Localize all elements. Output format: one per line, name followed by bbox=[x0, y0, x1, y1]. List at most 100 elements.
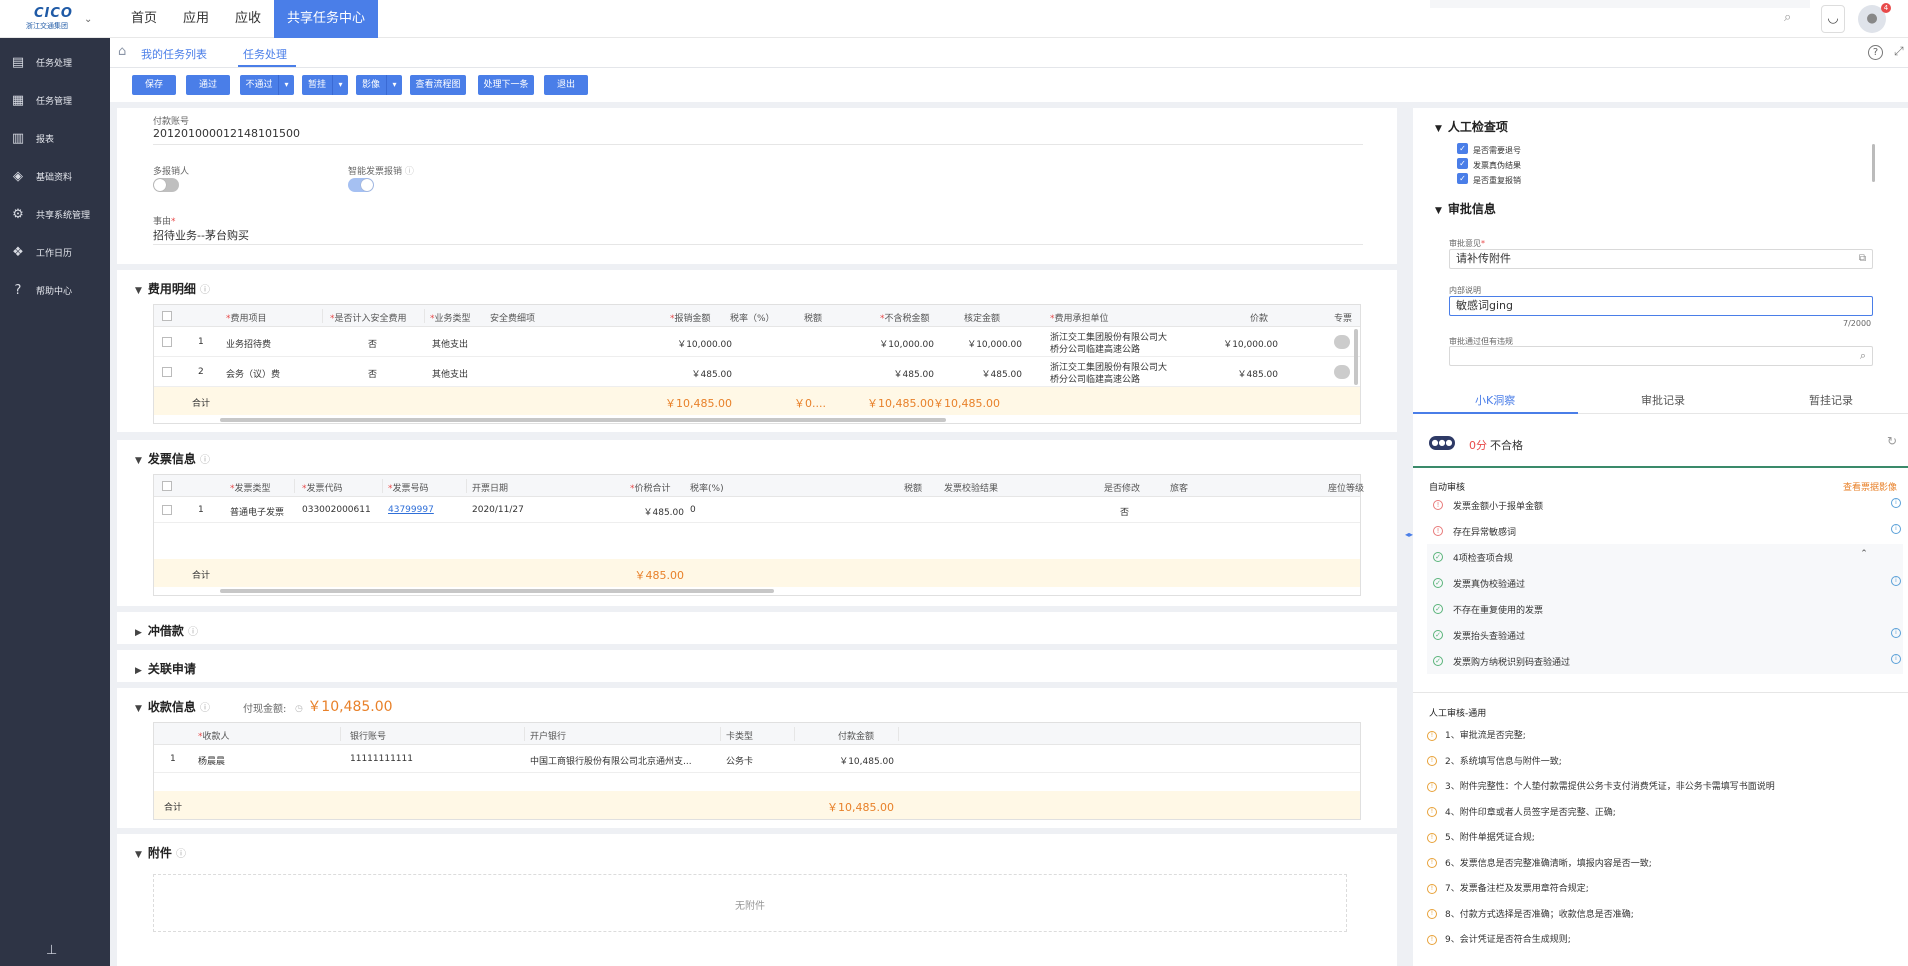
chevron-down-icon[interactable]: ▾ bbox=[386, 75, 402, 95]
refresh-icon[interactable]: ↻ bbox=[1887, 434, 1897, 448]
table-row[interactable]: 1 杨晨晨 11111111111 中国工商银行股份有限公司北京通州支... 公… bbox=[154, 745, 1360, 773]
sidebar-item-task-process[interactable]: ▤ 任务处理 bbox=[0, 48, 110, 76]
breadcrumb-task-process[interactable]: 任务处理 bbox=[243, 46, 287, 62]
horizontal-scrollbar[interactable] bbox=[220, 418, 946, 422]
manual-review-title: 人工审核-通用 bbox=[1429, 709, 1487, 719]
nav-receivable[interactable]: 应收 bbox=[222, 0, 274, 38]
manual-review-item[interactable]: ! 9、会计凭证是否符合生成规则; bbox=[1427, 932, 1571, 945]
sidebar-item-calendar[interactable]: ❖ 工作日历 bbox=[0, 238, 110, 266]
manual-review-item[interactable]: ! 2、系统填写信息与附件一致; bbox=[1427, 754, 1562, 767]
internal-note-input[interactable]: 敏感词ging bbox=[1449, 296, 1873, 316]
manual-review-item[interactable]: ! 8、付款方式选择是否准确；收款信息是否准确; bbox=[1427, 907, 1634, 920]
col-header: *发票号码 bbox=[388, 484, 429, 494]
attachment-section-title[interactable]: ▼ 附件 ⓘ bbox=[135, 844, 186, 861]
table-row[interactable]: 2 会务（议）费 否 其他支出 ￥485.00 ￥485.00 ￥485.00 … bbox=[154, 357, 1360, 387]
sidebar-item-task-manage[interactable]: ▦ 任务管理 bbox=[0, 86, 110, 114]
special-invoice-toggle[interactable] bbox=[1334, 365, 1350, 379]
tab-hold-records[interactable]: 暂挂记录 bbox=[1809, 392, 1853, 408]
chevron-down-icon[interactable]: ▾ bbox=[332, 75, 348, 95]
related-section-title[interactable]: ▶ 关联申请 bbox=[135, 660, 196, 677]
manual-review-item[interactable]: ! 5、附件单据凭证合规; bbox=[1427, 830, 1535, 843]
manual-review-item[interactable]: ! 7、发票备注栏及发票用章符合规定; bbox=[1427, 881, 1589, 894]
panel-collapse-handle[interactable]: ◂▸ bbox=[1405, 530, 1413, 546]
table-row[interactable]: 1 业务招待费 否 其他支出 ￥10,000.00 ￥10,000.00 ￥10… bbox=[154, 327, 1360, 357]
attachment-dropzone[interactable]: 无附件 bbox=[153, 874, 1347, 932]
chevron-down-icon[interactable]: ▾ bbox=[278, 75, 294, 95]
pass-with-violation-input[interactable]: ⌕ bbox=[1449, 346, 1873, 366]
info-icon[interactable]: i bbox=[1891, 628, 1901, 638]
image-button[interactable]: 影像 ▾ bbox=[356, 75, 402, 95]
info-icon[interactable]: i bbox=[1891, 654, 1901, 664]
search-icon[interactable]: ⌕ bbox=[1860, 347, 1866, 365]
check-item-checkbox[interactable]: ✓ bbox=[1457, 173, 1468, 184]
tab-xiaok-insight[interactable]: 小K洞察 bbox=[1475, 392, 1515, 408]
col-header: 旅客 bbox=[1170, 484, 1189, 494]
offset-loan-card: ▶ 冲借款 ⓘ bbox=[117, 612, 1397, 644]
nav-shared-task-center[interactable]: 共享任务中心 bbox=[274, 0, 379, 38]
check-item-checkbox[interactable]: ✓ bbox=[1457, 158, 1468, 169]
breadcrumb-task-list[interactable]: 我的任务列表 bbox=[141, 46, 207, 62]
reject-button[interactable]: 不通过 ▾ bbox=[240, 75, 294, 95]
company-logo[interactable]: CICO 浙江交通集团 ⌄ bbox=[22, 6, 100, 32]
approve-button[interactable]: 通过 bbox=[186, 75, 230, 95]
next-task-button[interactable]: 处理下一条 bbox=[478, 75, 534, 95]
hold-button[interactable]: 暂挂 ▾ bbox=[302, 75, 348, 95]
select-all-checkbox[interactable] bbox=[162, 481, 172, 491]
horizontal-scrollbar[interactable] bbox=[220, 589, 774, 593]
nav-home[interactable]: 首页 bbox=[118, 0, 170, 38]
manual-review-item[interactable]: ! 6、发票信息是否完整准确清晰，填报内容是否一致; bbox=[1427, 856, 1652, 869]
row-checkbox[interactable] bbox=[162, 337, 172, 347]
auto-review-item[interactable]: ✓ 发票抬头查验通过 i bbox=[1427, 622, 1903, 648]
manual-review-item[interactable]: ! 3、附件完整性：个人垫付款需提供公务卡支付消费凭证，非公务卡需填写书面说明 bbox=[1427, 779, 1775, 792]
manual-check-title[interactable]: ▼ 人工检查项 bbox=[1435, 118, 1508, 135]
approval-info-title[interactable]: ▼ 审批信息 bbox=[1435, 200, 1496, 217]
notification-icon[interactable]: ◡ bbox=[1821, 5, 1845, 33]
pin-icon[interactable]: ⊥ bbox=[46, 943, 57, 958]
auto-review-item[interactable]: ! 发票金额小于报单金额 i bbox=[1427, 492, 1903, 518]
auto-review-item[interactable]: ✓ 发票购方纳税识别码查验通过 i bbox=[1427, 648, 1903, 674]
manual-review-item[interactable]: ! 1、审批流是否完整; bbox=[1427, 728, 1526, 741]
table-row[interactable]: 1 普通电子发票 033002000611 43799997 2020/11/2… bbox=[154, 497, 1360, 523]
smart-invoice-toggle[interactable] bbox=[348, 178, 374, 192]
multi-reimburser-toggle[interactable] bbox=[153, 178, 179, 192]
tab-approval-records[interactable]: 审批记录 bbox=[1641, 392, 1685, 408]
info-icon[interactable]: i bbox=[1891, 498, 1901, 508]
row-checkbox[interactable] bbox=[162, 367, 172, 377]
offset-section-title[interactable]: ▶ 冲借款 ⓘ bbox=[135, 622, 198, 639]
expense-section-title[interactable]: ▼ 费用明细 ⓘ bbox=[135, 280, 210, 297]
fullscreen-icon[interactable]: ⤢ bbox=[1894, 44, 1904, 59]
col-header: *报销金额 bbox=[670, 314, 711, 324]
chevron-up-icon[interactable]: ⌃ bbox=[1859, 550, 1869, 560]
row-checkbox[interactable] bbox=[162, 505, 172, 515]
home-icon[interactable]: ⌂ bbox=[118, 44, 126, 59]
help-icon[interactable]: ? bbox=[1868, 45, 1883, 60]
sidebar-item-system-manage[interactable]: ⚙ 共享系统管理 bbox=[0, 200, 110, 228]
info-icon[interactable]: i bbox=[1891, 524, 1901, 534]
invoice-number-link[interactable]: 43799997 bbox=[388, 505, 434, 515]
info-icon[interactable]: i bbox=[1891, 576, 1901, 586]
vertical-scrollbar[interactable] bbox=[1354, 329, 1358, 385]
special-invoice-toggle[interactable] bbox=[1334, 335, 1350, 349]
sidebar-item-help[interactable]: ? 帮助中心 bbox=[0, 276, 110, 304]
invoice-section-title[interactable]: ▼ 发票信息 ⓘ bbox=[135, 450, 210, 467]
view-flowchart-button[interactable]: 查看流程图 bbox=[410, 75, 466, 95]
check-item-checkbox[interactable]: ✓ bbox=[1457, 143, 1468, 154]
auto-review-item[interactable]: ✓ 发票真伪校验通过 i bbox=[1427, 570, 1903, 596]
receipt-section-title[interactable]: ▼ 收款信息 ⓘ bbox=[135, 698, 210, 715]
sidebar-item-report[interactable]: ▥ 报表 bbox=[0, 124, 110, 152]
report-icon: ▥ bbox=[11, 130, 25, 146]
select-all-checkbox[interactable] bbox=[162, 311, 172, 321]
copy-icon[interactable]: ⧉ bbox=[1859, 250, 1866, 268]
auto-review-item[interactable]: ✓ 4项检查项合规 ⌃ bbox=[1427, 544, 1903, 570]
opinion-input[interactable]: 请补传附件 ⧉ bbox=[1449, 249, 1873, 269]
sidebar-item-basic-data[interactable]: ◈ 基础资料 bbox=[0, 162, 110, 190]
save-button[interactable]: 保存 bbox=[132, 75, 176, 95]
manual-review-item[interactable]: ! 4、附件印章或者人员签字是否完整、正确; bbox=[1427, 805, 1616, 818]
chevron-down-icon[interactable]: ⌄ bbox=[84, 14, 92, 25]
nav-apps[interactable]: 应用 bbox=[170, 0, 222, 38]
search-icon[interactable]: ⌕ bbox=[1784, 10, 1791, 25]
auto-review-item[interactable]: ! 存在异常敏感词 i bbox=[1427, 518, 1903, 544]
exit-button[interactable]: 退出 bbox=[544, 75, 588, 95]
auto-review-item[interactable]: ✓ 不存在重复使用的发票 bbox=[1427, 596, 1903, 622]
check-list-scrollbar[interactable] bbox=[1872, 144, 1875, 182]
